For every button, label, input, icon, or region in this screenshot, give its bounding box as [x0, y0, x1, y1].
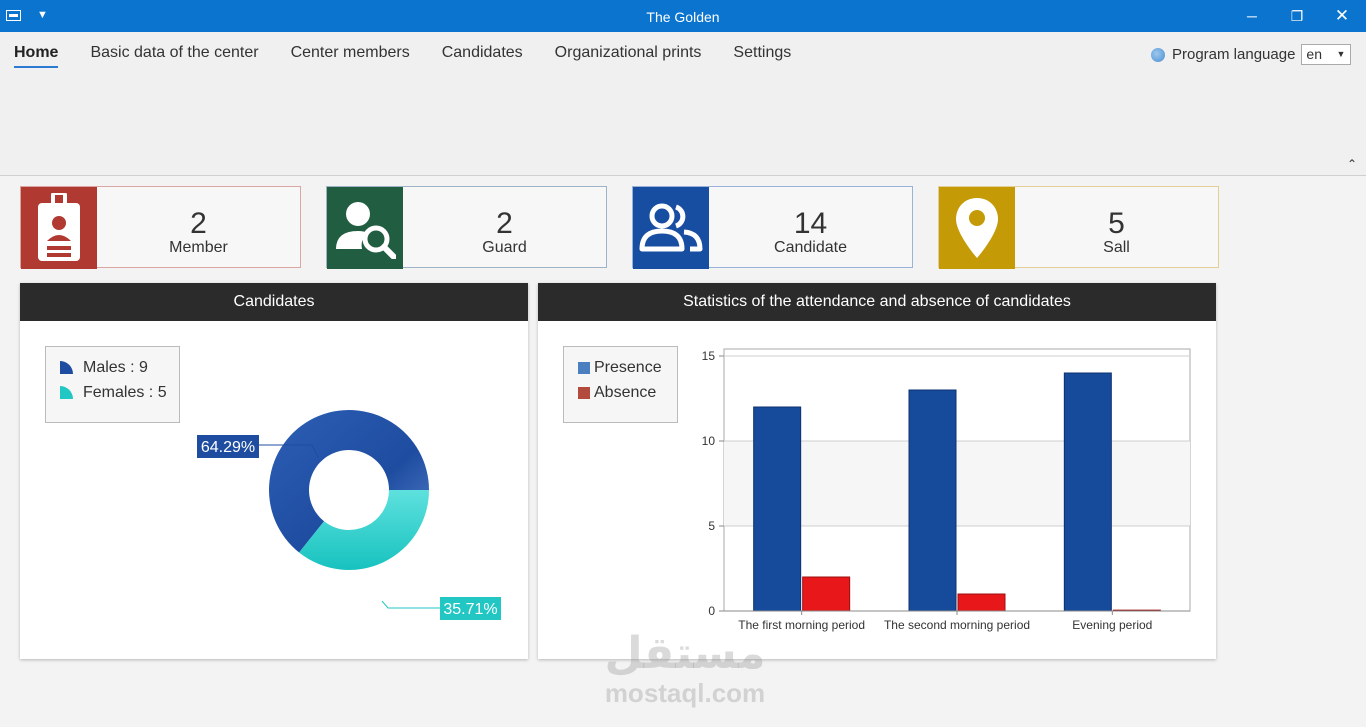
- close-button[interactable]: ✕: [1330, 6, 1354, 26]
- title-bar: ▼ The Golden ─ ❐ ✕: [0, 0, 1366, 32]
- tab-home[interactable]: Home: [14, 44, 59, 68]
- candidates-panel-title: Candidates: [20, 283, 528, 321]
- ribbon: Home Basic data of the center Center mem…: [0, 32, 1366, 176]
- stat-card-candidates[interactable]: 14 Candidate: [632, 186, 913, 269]
- y-tick-label: 5: [708, 519, 715, 533]
- tab-settings[interactable]: Settings: [733, 44, 791, 65]
- window-title: The Golden: [646, 9, 720, 25]
- y-tick-label: 10: [702, 434, 716, 448]
- members-label: Member: [169, 239, 228, 256]
- candidates-count: 14: [793, 207, 828, 240]
- id-badge-icon: [21, 187, 97, 269]
- minimize-button[interactable]: ─: [1240, 6, 1264, 26]
- user-search-icon: [327, 187, 403, 269]
- donut-label-females-leader: [381, 600, 440, 609]
- bar-presence-2[interactable]: [1063, 372, 1112, 612]
- donut-slice-females[interactable]: [299, 490, 429, 570]
- stat-card-members[interactable]: 2 Member: [20, 186, 301, 269]
- chevron-down-icon: ▼: [1336, 49, 1346, 59]
- tab-center-members[interactable]: Center members: [291, 44, 410, 65]
- stat-card-halls[interactable]: 5 Sall: [938, 186, 1219, 269]
- language-dropdown[interactable]: en ▼: [1301, 44, 1352, 65]
- y-tick-label: 0: [708, 604, 715, 618]
- language-selector-group: Program language en ▼: [1151, 44, 1352, 65]
- restore-button[interactable]: ❐: [1285, 6, 1309, 26]
- watermark-arabic: مستقل: [604, 628, 766, 679]
- x-tick-label: The second morning period: [884, 618, 1030, 632]
- location-pin-icon: [939, 187, 1015, 269]
- bar-absence-0[interactable]: [802, 576, 851, 612]
- bar-absence-1[interactable]: [957, 593, 1006, 612]
- bar-presence-0[interactable]: [753, 406, 802, 612]
- donut-label-females: 35.71%: [443, 601, 497, 618]
- language-label: Program language: [1172, 46, 1296, 63]
- halls-label: Sall: [1103, 239, 1130, 256]
- donut-label-males: 64.29%: [201, 439, 255, 456]
- bar-presence-1[interactable]: [908, 389, 957, 612]
- members-count: 2: [190, 207, 207, 240]
- guards-count: 2: [496, 207, 513, 240]
- x-tick-label: Evening period: [1072, 618, 1152, 632]
- tab-basic-data[interactable]: Basic data of the center: [90, 44, 258, 65]
- collapse-ribbon-icon[interactable]: ⌃: [1347, 157, 1357, 171]
- tab-organizational-prints[interactable]: Organizational prints: [555, 44, 702, 65]
- attendance-bar-chart: 051015The first morning period The second…: [702, 348, 1191, 632]
- main-menu: Home Basic data of the center Center mem…: [14, 44, 823, 68]
- guards-label: Guard: [482, 239, 527, 256]
- watermark-latin: mostaql.com: [604, 678, 766, 708]
- candidates-label: Candidate: [774, 239, 847, 256]
- tab-candidates[interactable]: Candidates: [442, 44, 523, 65]
- candidates-panel: Candidates Males : 9 Females : 5 64.29% 3…: [20, 283, 528, 659]
- language-value: en: [1306, 46, 1322, 62]
- halls-count: 5: [1108, 207, 1125, 240]
- attendance-panel: Statistics of the attendance and absence…: [538, 283, 1216, 659]
- attendance-panel-title: Statistics of the attendance and absence…: [538, 283, 1216, 321]
- globe-icon: [1151, 47, 1165, 62]
- y-tick-label: 15: [702, 349, 716, 363]
- users-icon: [633, 187, 709, 269]
- candidates-donut-chart: 64.29% 35.71%: [197, 410, 501, 620]
- watermark: مستقل mostaql.com: [600, 628, 770, 709]
- stat-card-guards[interactable]: 2 Guard: [326, 186, 607, 269]
